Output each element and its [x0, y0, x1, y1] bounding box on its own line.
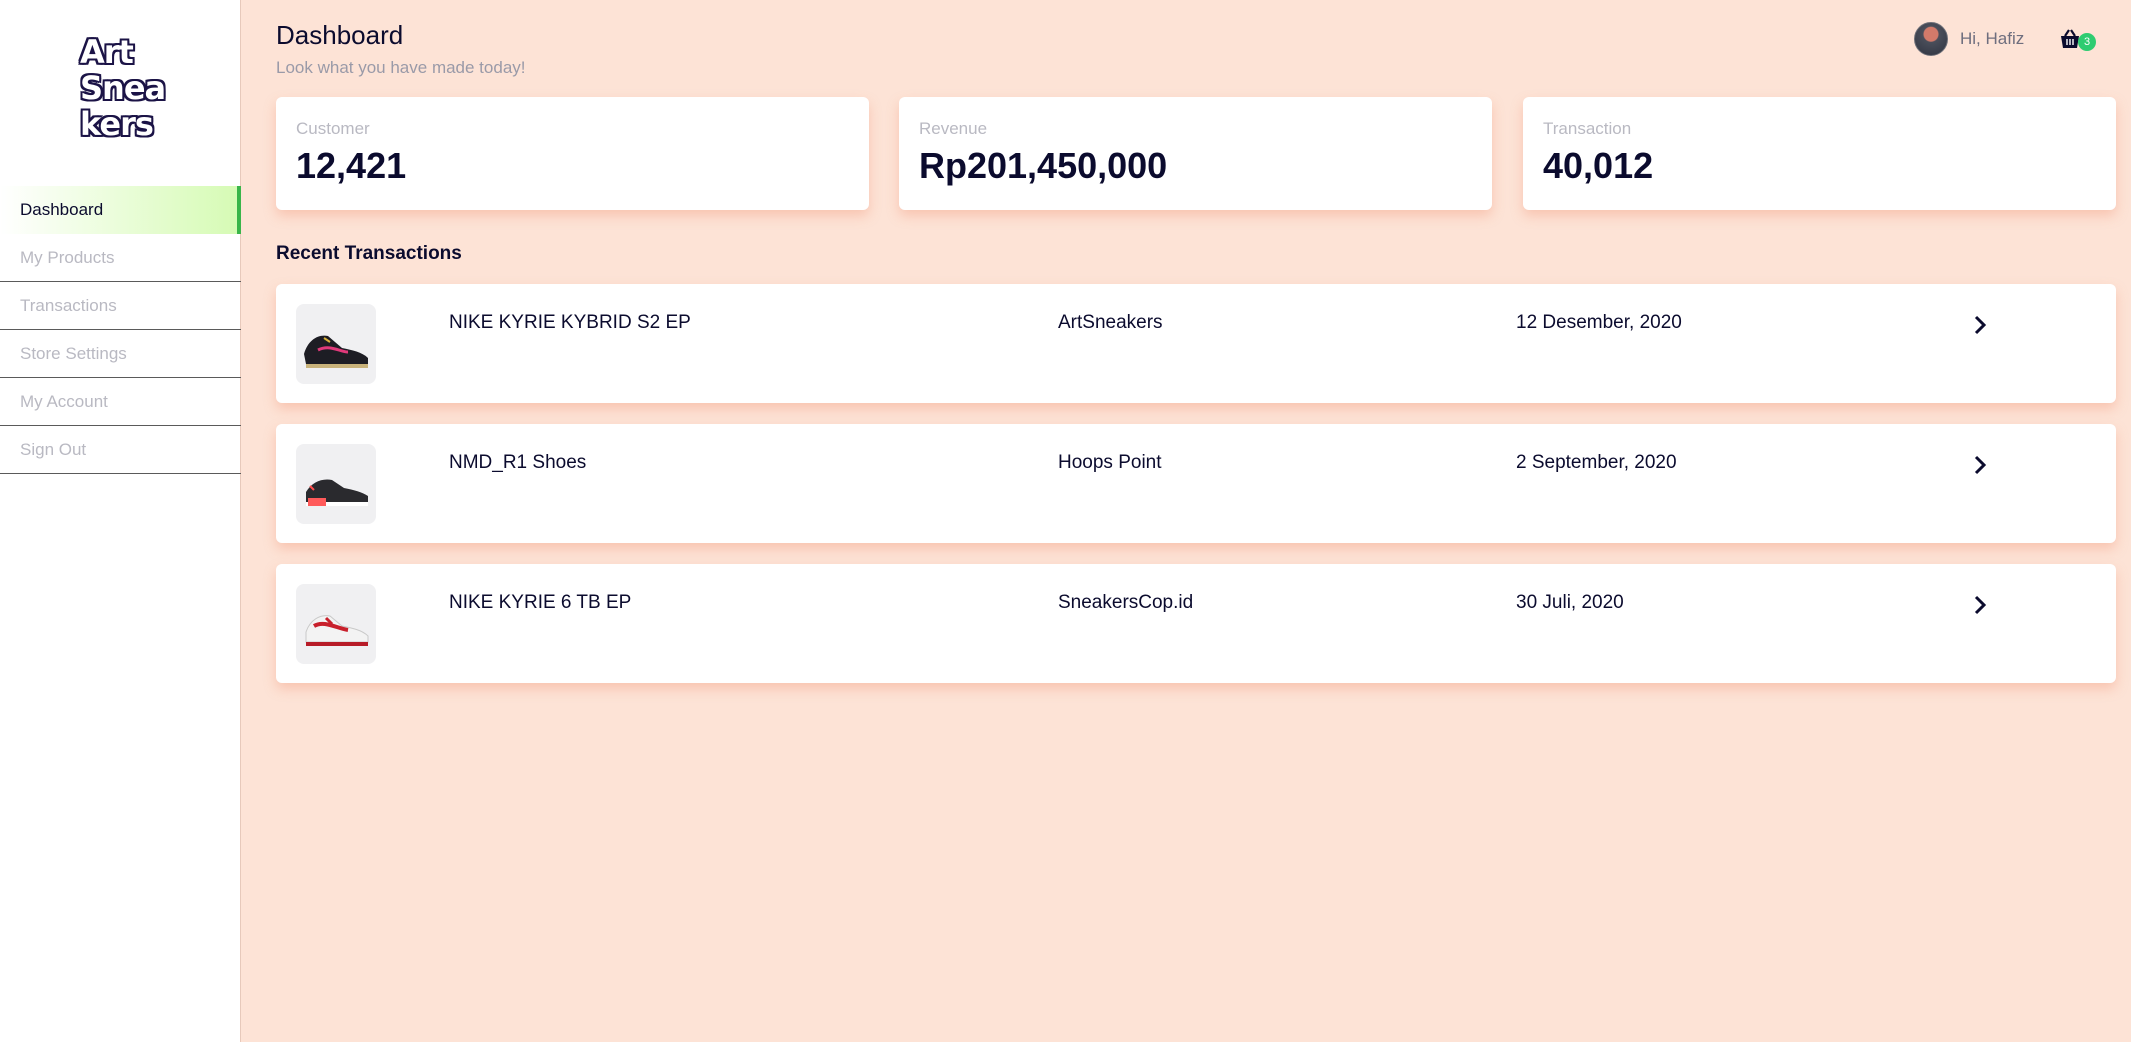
section-title: Recent Transactions — [276, 243, 462, 264]
cart-button[interactable]: 3 — [2058, 26, 2098, 54]
store-name: SneakersCop.id — [1058, 592, 1194, 613]
stat-label: Transaction — [1543, 119, 1632, 138]
sidebar-item-transactions[interactable]: Transactions — [0, 282, 241, 330]
sneaker-thumb-icon — [304, 335, 368, 368]
sidebar-item-dashboard[interactable]: Dashboard — [0, 186, 241, 234]
sidebar-nav: Dashboard My Products Transactions Store… — [0, 186, 241, 474]
transaction-row[interactable]: NMD_R1 Shoes Hoops Point 2 September, 20… — [276, 424, 2116, 543]
sidebar: Art Snea kers Dashboard My Products Tran… — [0, 0, 241, 1042]
user-greeting[interactable]: Hi, Hafiz — [1960, 29, 2024, 49]
stat-card-customer: Customer 12,421 — [276, 97, 869, 210]
stat-card-transaction: Transaction 40,012 — [1523, 97, 2116, 210]
transaction-date: 30 Juli, 2020 — [1516, 592, 1624, 613]
product-thumbnail — [296, 584, 376, 664]
transaction-date: 12 Desember, 2020 — [1516, 312, 1682, 333]
sidebar-item-store-settings[interactable]: Store Settings — [0, 330, 241, 378]
page-title: Dashboard — [276, 20, 404, 50]
stat-value: 40,012 — [1543, 145, 1654, 186]
product-thumbnail — [296, 444, 376, 524]
cart-count-badge: 3 — [2078, 33, 2096, 51]
user-menu[interactable]: Hi, Hafiz — [1914, 22, 2024, 56]
sidebar-item-sign-out[interactable]: Sign Out — [0, 426, 241, 474]
stat-value: 12,421 — [296, 145, 407, 186]
logo-line: Snea — [80, 69, 166, 107]
stat-label: Revenue — [919, 119, 988, 138]
transaction-row[interactable]: NIKE KYRIE KYBRID S2 EP ArtSneakers 12 D… — [276, 284, 2116, 403]
chevron-right-icon[interactable] — [1970, 454, 1990, 476]
logo-line: kers — [80, 105, 154, 143]
transaction-date: 2 September, 2020 — [1516, 452, 1677, 473]
store-name: Hoops Point — [1058, 452, 1162, 473]
logo-line: Art — [80, 33, 134, 71]
page-subtitle: Look what you have made today! — [276, 58, 526, 77]
stat-value: Rp201,450,000 — [919, 145, 1168, 186]
product-thumbnail — [296, 304, 376, 384]
sneaker-thumb-icon — [306, 479, 368, 506]
chevron-right-icon[interactable] — [1970, 594, 1990, 616]
sidebar-item-my-account[interactable]: My Account — [0, 378, 241, 426]
product-name: NIKE KYRIE 6 TB EP — [449, 592, 632, 613]
brand-logo[interactable]: Art Snea kers — [80, 34, 180, 142]
sidebar-item-my-products[interactable]: My Products — [0, 234, 241, 282]
stat-card-revenue: Revenue Rp201,450,000 — [899, 97, 1492, 210]
chevron-right-icon[interactable] — [1970, 314, 1990, 336]
product-name: NMD_R1 Shoes — [449, 452, 587, 473]
sneaker-thumb-icon — [305, 615, 369, 646]
store-name: ArtSneakers — [1058, 312, 1163, 333]
stat-label: Customer — [296, 119, 370, 138]
avatar[interactable] — [1914, 22, 1948, 56]
transaction-row[interactable]: NIKE KYRIE 6 TB EP SneakersCop.id 30 Jul… — [276, 564, 2116, 683]
product-name: NIKE KYRIE KYBRID S2 EP — [449, 312, 691, 333]
